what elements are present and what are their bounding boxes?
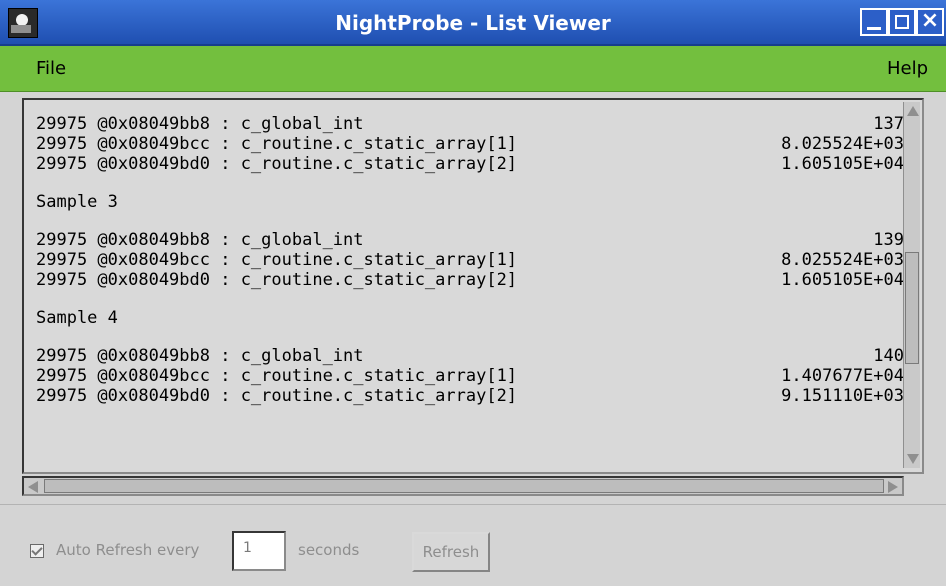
maximize-button[interactable] bbox=[888, 8, 916, 36]
list-row: 29975 @0x08049bd0 : c_routine.c_static_a… bbox=[36, 270, 904, 290]
row-text: 29975 @0x08049bb8 : c_global_int bbox=[36, 346, 364, 366]
row-value: 1.605105E+04 bbox=[781, 270, 904, 290]
refresh-button[interactable]: Refresh bbox=[412, 532, 490, 572]
row-value: 1.605105E+04 bbox=[781, 154, 904, 174]
vertical-scrollbar[interactable] bbox=[903, 102, 920, 468]
row-text: 29975 @0x08049bd0 : c_routine.c_static_a… bbox=[36, 154, 518, 174]
row-text: 29975 @0x08049bd0 : c_routine.c_static_a… bbox=[36, 270, 518, 290]
auto-refresh-label: Auto Refresh every bbox=[56, 541, 200, 559]
row-value: 9.151110E+03 bbox=[781, 386, 904, 406]
list-row: 29975 @0x08049bd0 : c_routine.c_static_a… bbox=[36, 154, 904, 174]
list-row: 29975 @0x08049bcc : c_routine.c_static_a… bbox=[36, 366, 904, 386]
list-row: 29975 @0x08049bcc : c_routine.c_static_a… bbox=[36, 134, 904, 154]
sample-label-3: Sample 3 bbox=[36, 192, 118, 212]
row-text: 29975 @0x08049bb8 : c_global_int bbox=[36, 114, 364, 134]
row-value: 8.025524E+03 bbox=[781, 250, 904, 270]
row-value: 8.025524E+03 bbox=[781, 134, 904, 154]
list-row: 29975 @0x08049bb8 : c_global_int 140 bbox=[36, 346, 904, 366]
nightprobe-list-viewer-window: NightProbe - List Viewer × File Help 299… bbox=[0, 0, 946, 586]
horizontal-scroll-thumb[interactable] bbox=[44, 479, 884, 493]
list-row: 29975 @0x08049bb8 : c_global_int 137 bbox=[36, 114, 904, 134]
menu-file[interactable]: File bbox=[36, 58, 66, 79]
row-text: 29975 @0x08049bcc : c_routine.c_static_a… bbox=[36, 366, 518, 386]
title-bar: NightProbe - List Viewer × bbox=[0, 0, 946, 46]
scroll-up-icon[interactable] bbox=[907, 106, 919, 116]
vertical-scroll-thumb[interactable] bbox=[905, 252, 919, 364]
row-text: 29975 @0x08049bcc : c_routine.c_static_a… bbox=[36, 134, 518, 154]
row-value: 1.407677E+04 bbox=[781, 366, 904, 386]
maximize-icon bbox=[895, 15, 909, 29]
seconds-value: 1 bbox=[243, 540, 252, 556]
auto-refresh-checkbox[interactable] bbox=[30, 544, 44, 558]
minimize-button[interactable] bbox=[860, 8, 888, 36]
row-text: 29975 @0x08049bb8 : c_global_int bbox=[36, 230, 364, 250]
list-row: 29975 @0x08049bcc : c_routine.c_static_a… bbox=[36, 250, 904, 270]
sample-label-4: Sample 4 bbox=[36, 308, 118, 328]
scroll-right-icon[interactable] bbox=[888, 481, 898, 493]
row-value: 137 bbox=[873, 114, 904, 134]
seconds-input[interactable]: 1 bbox=[232, 531, 286, 571]
footer-bar: Auto Refresh every 1 seconds Refresh bbox=[0, 504, 946, 586]
row-text: 29975 @0x08049bd0 : c_routine.c_static_a… bbox=[36, 386, 518, 406]
row-value: 139 bbox=[873, 230, 904, 250]
row-text: 29975 @0x08049bcc : c_routine.c_static_a… bbox=[36, 250, 518, 270]
row-value: 140 bbox=[873, 346, 904, 366]
close-button[interactable]: × bbox=[916, 8, 944, 36]
list-content: 29975 @0x08049bb8 : c_global_int 137 299… bbox=[36, 114, 904, 406]
scroll-left-icon[interactable] bbox=[28, 481, 38, 493]
window-title: NightProbe - List Viewer bbox=[335, 11, 611, 35]
minimize-icon bbox=[867, 27, 881, 30]
scroll-down-icon[interactable] bbox=[907, 454, 919, 464]
seconds-label: seconds bbox=[298, 541, 360, 559]
list-pane[interactable]: 29975 @0x08049bb8 : c_global_int 137 299… bbox=[22, 98, 924, 474]
horizontal-scrollbar[interactable] bbox=[22, 476, 904, 496]
list-row: 29975 @0x08049bb8 : c_global_int 139 bbox=[36, 230, 904, 250]
menu-bar: File Help bbox=[0, 46, 946, 92]
list-row: 29975 @0x08049bd0 : c_routine.c_static_a… bbox=[36, 386, 904, 406]
menu-help[interactable]: Help bbox=[887, 58, 928, 79]
